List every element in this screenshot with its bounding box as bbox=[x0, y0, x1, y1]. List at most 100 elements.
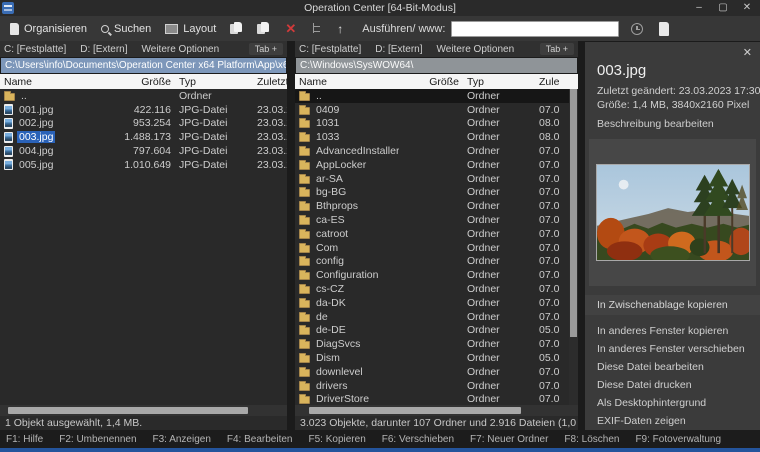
file-row[interactable]: 004.jpg 797.604 JPG-Datei 23.03.2 bbox=[0, 144, 287, 158]
file-date: 23.03.2 bbox=[257, 104, 287, 116]
function-key-item[interactable]: F3: Anzeigen bbox=[153, 434, 211, 445]
file-date: 05.0 bbox=[539, 352, 569, 364]
scrollbar-thumb[interactable] bbox=[570, 89, 577, 337]
close-button[interactable]: ✕ bbox=[742, 1, 752, 15]
drive-tab[interactable]: D: [Extern] bbox=[375, 44, 422, 55]
file-row[interactable]: de-DE Ordner 05.0 bbox=[295, 324, 569, 338]
file-row[interactable]: 1033 Ordner 08.0 bbox=[295, 130, 569, 144]
file-row[interactable]: 005.jpg 1.010.649 JPG-Datei 23.03.2 bbox=[0, 158, 287, 172]
add-tab-button[interactable]: Tab + bbox=[540, 43, 574, 55]
file-row[interactable]: .. Ordner bbox=[295, 89, 569, 103]
column-name[interactable]: Name bbox=[4, 76, 111, 88]
scrollbar-thumb[interactable] bbox=[309, 407, 521, 414]
copy-to-clipboard-action[interactable]: In Zwischenablage kopieren bbox=[585, 295, 760, 315]
file-row[interactable]: Bthprops Ordner 07.0 bbox=[295, 199, 569, 213]
file-date: 07.0 bbox=[539, 145, 569, 157]
add-tab-button[interactable]: Tab + bbox=[249, 43, 283, 55]
file-row[interactable]: AdvancedInstallers Ordner 07.0 bbox=[295, 144, 569, 158]
file-type: Ordner bbox=[467, 380, 531, 392]
file-row[interactable]: Com Ordner 07.0 bbox=[295, 241, 569, 255]
maximize-button[interactable]: ▢ bbox=[718, 1, 728, 15]
left-path-bar[interactable]: C:\Users\info\Documents\Operation Center… bbox=[1, 58, 286, 73]
duplicate-icon[interactable] bbox=[257, 22, 270, 35]
file-date: 07.0 bbox=[539, 242, 569, 254]
file-row[interactable]: de Ordner 07.0 bbox=[295, 310, 569, 324]
file-row[interactable]: ar-SA Ordner 07.0 bbox=[295, 172, 569, 186]
close-icon[interactable]: ✕ bbox=[743, 46, 752, 59]
tree-view-icon[interactable] bbox=[311, 23, 322, 34]
function-key-item[interactable]: F2: Umbenennen bbox=[59, 434, 136, 445]
file-name: bg-BG bbox=[314, 186, 348, 198]
photo-preview[interactable] bbox=[596, 164, 750, 261]
function-key-item[interactable]: F4: Bearbeiten bbox=[227, 434, 293, 445]
middle-vertical-scrollbar[interactable] bbox=[569, 89, 578, 405]
file-row[interactable]: Dism Ordner 05.0 bbox=[295, 351, 569, 365]
drive-tab[interactable]: D: [Extern] bbox=[80, 44, 127, 55]
file-name: ar-SA bbox=[314, 173, 345, 185]
file-row[interactable]: 001.jpg 422.116 JPG-Datei 23.03.2 bbox=[0, 103, 287, 117]
preview-panel: ✕ 003.jpg Zuletzt geändert: 23.03.2023 1… bbox=[585, 42, 760, 430]
file-name: 1033 bbox=[314, 131, 341, 143]
drive-tab[interactable]: C: [Festplatte] bbox=[299, 44, 361, 55]
edit-description-link[interactable]: Beschreibung bearbeiten bbox=[597, 118, 760, 130]
copy-icon[interactable] bbox=[230, 22, 243, 35]
file-row[interactable]: AppLocker Ordner 07.0 bbox=[295, 158, 569, 172]
page-icon[interactable] bbox=[659, 22, 669, 36]
delete-x-icon[interactable]: ✕ bbox=[285, 22, 296, 35]
file-icon bbox=[4, 93, 15, 101]
organize-button[interactable]: Organisieren bbox=[6, 21, 91, 37]
run-input[interactable] bbox=[451, 21, 619, 37]
file-row[interactable]: downlevel Ordner 07.0 bbox=[295, 365, 569, 379]
preview-action-item[interactable]: Als Desktophintergrund bbox=[585, 394, 760, 412]
file-row[interactable]: 1031 Ordner 08.0 bbox=[295, 117, 569, 131]
column-date[interactable]: Zule bbox=[539, 76, 569, 88]
file-row[interactable]: DiagSvcs Ordner 07.0 bbox=[295, 337, 569, 351]
function-key-item[interactable]: F9: Fotoverwaltung bbox=[635, 434, 721, 445]
drive-tab[interactable]: Weitere Optionen bbox=[142, 44, 220, 55]
search-button[interactable]: Suchen bbox=[97, 21, 155, 37]
file-row[interactable]: catroot Ordner 07.0 bbox=[295, 227, 569, 241]
file-row[interactable]: drivers Ordner 07.0 bbox=[295, 379, 569, 393]
preview-action-item[interactable]: EXIF-Daten zeigen bbox=[585, 412, 760, 430]
file-row[interactable]: cs-CZ Ordner 07.0 bbox=[295, 282, 569, 296]
layout-button[interactable]: Layout bbox=[161, 21, 220, 37]
column-date[interactable]: Zuletzt bbox=[257, 76, 287, 88]
up-arrow-icon[interactable]: ↑ bbox=[337, 22, 343, 36]
column-size[interactable]: Größe bbox=[119, 76, 171, 88]
column-type[interactable]: Typ bbox=[179, 76, 249, 88]
file-type: Ordner bbox=[467, 200, 531, 212]
left-horizontal-scrollbar[interactable] bbox=[0, 405, 287, 416]
scrollbar-thumb[interactable] bbox=[8, 407, 248, 414]
file-row[interactable]: 002.jpg 953.254 JPG-Datei 23.03.2 bbox=[0, 117, 287, 131]
function-key-item[interactable]: F7: Neuer Ordner bbox=[470, 434, 548, 445]
file-type: JPG-Datei bbox=[179, 104, 249, 116]
file-row[interactable]: Configuration Ordner 07.0 bbox=[295, 268, 569, 282]
preview-action-item[interactable]: In anderes Fenster verschieben bbox=[585, 340, 760, 358]
preview-action-item[interactable]: Diese Datei drucken bbox=[585, 376, 760, 394]
file-type: Ordner bbox=[467, 117, 531, 129]
file-date: 07.0 bbox=[539, 186, 569, 198]
file-row[interactable]: 0409 Ordner 07.0 bbox=[295, 103, 569, 117]
drive-tab[interactable]: Weitere Optionen bbox=[437, 44, 515, 55]
preview-action-item[interactable]: Diese Datei bearbeiten bbox=[585, 358, 760, 376]
preview-action-item[interactable]: In anderes Fenster kopieren bbox=[585, 322, 760, 340]
column-name[interactable]: Name bbox=[299, 76, 399, 88]
drive-tab[interactable]: C: [Festplatte] bbox=[4, 44, 66, 55]
file-row[interactable]: ca-ES Ordner 07.0 bbox=[295, 213, 569, 227]
clock-icon[interactable] bbox=[631, 23, 643, 35]
file-row[interactable]: da-DK Ordner 07.0 bbox=[295, 296, 569, 310]
column-size[interactable]: Größe bbox=[407, 76, 459, 88]
function-key-item[interactable]: F5: Kopieren bbox=[309, 434, 366, 445]
function-key-item[interactable]: F1: Hilfe bbox=[6, 434, 43, 445]
file-row[interactable]: bg-BG Ordner 07.0 bbox=[295, 186, 569, 200]
middle-path-bar[interactable]: C:\Windows\SysWOW64\ bbox=[296, 58, 577, 73]
column-type[interactable]: Typ bbox=[467, 76, 531, 88]
function-key-item[interactable]: F8: Löschen bbox=[564, 434, 619, 445]
function-key-item[interactable]: F6: Verschieben bbox=[382, 434, 454, 445]
file-row[interactable]: DriverStore Ordner 07.0 bbox=[295, 393, 569, 405]
file-row[interactable]: 003.jpg 1.488.173 JPG-Datei 23.03.2 bbox=[0, 130, 287, 144]
file-row[interactable]: config Ordner 07.0 bbox=[295, 255, 569, 269]
middle-horizontal-scrollbar[interactable] bbox=[295, 405, 578, 416]
minimize-button[interactable]: – bbox=[694, 1, 704, 15]
file-row[interactable]: .. Ordner bbox=[0, 89, 287, 103]
